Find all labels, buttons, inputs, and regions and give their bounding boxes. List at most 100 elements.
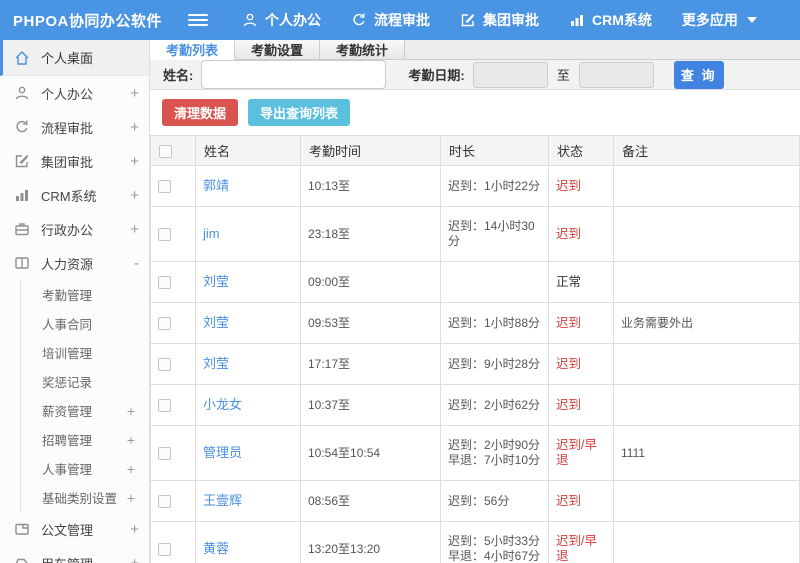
- status-badge: 迟到/早退: [548, 425, 614, 481]
- expand-plus-icon[interactable]: +: [130, 85, 139, 102]
- submenu-item-label: 人事管理: [42, 463, 93, 477]
- query-button[interactable]: 查 询: [673, 60, 724, 89]
- name-filter-input[interactable]: [201, 60, 387, 89]
- date-from-input[interactable]: [472, 61, 548, 88]
- row-checkbox[interactable]: [158, 275, 171, 289]
- sidebar-item-group-approval[interactable]: 集团审批 +: [0, 144, 149, 178]
- employee-name-link[interactable]: 黄蓉: [203, 541, 229, 556]
- expand-plus-icon[interactable]: +: [130, 521, 139, 538]
- tab-attendance-settings[interactable]: 考勤设置: [235, 40, 320, 59]
- nav-workflow-approval[interactable]: 流程审批: [351, 10, 430, 30]
- row-checkbox[interactable]: [158, 542, 171, 556]
- expand-plus-icon[interactable]: +: [127, 461, 135, 477]
- top-nav: 个人办公 流程审批 集团审批 CRM系统 更多应用: [242, 10, 787, 30]
- clean-data-button[interactable]: 清理数据: [162, 99, 239, 126]
- duration-line1: 迟到：2小时90分: [448, 438, 541, 452]
- employee-name-link[interactable]: 刘莹: [203, 274, 229, 289]
- sidebar-item-personal-office[interactable]: 个人办公 +: [0, 76, 149, 110]
- submenu-item-label: 基础类别设置: [42, 492, 118, 506]
- sidebar-item-label: 个人办公: [41, 86, 94, 102]
- attendance-time: 10:37至: [300, 384, 441, 426]
- date-to-input[interactable]: [578, 61, 654, 88]
- submenu-item-personnel-mgmt[interactable]: 人事管理 +: [21, 454, 149, 483]
- attendance-time: 23:18至: [300, 206, 441, 262]
- table-row: 王壹辉 08:56至 迟到：56分 迟到: [150, 480, 800, 522]
- submenu-item-label: 招聘管理: [42, 434, 93, 448]
- expand-plus-icon[interactable]: +: [130, 555, 139, 563]
- tab-bar: 考勤列表 考勤设置 考勤统计: [150, 40, 800, 60]
- attendance-table: 姓名 考勤时间 时长 状态 备注 郭靖 10:13至 迟到：1小时22分 迟到: [150, 135, 800, 563]
- table-row: 黄蓉 13:20至13:20 迟到：5小时33分 早退：4小时67分 迟到/早退: [150, 521, 800, 563]
- note-cell: [613, 165, 800, 207]
- attendance-time: 13:20至13:20: [300, 521, 441, 563]
- table-row: 刘莹 17:17至 迟到：9小时28分 迟到: [150, 343, 800, 385]
- submenu-item-base-category[interactable]: 基础类别设置 +: [21, 483, 149, 512]
- nav-label: CRM系统: [592, 12, 652, 28]
- nav-personal-office[interactable]: 个人办公: [242, 10, 321, 30]
- date-filter-label: 考勤日期:: [408, 68, 465, 83]
- employee-name-link[interactable]: 王壹辉: [203, 493, 242, 508]
- employee-name-link[interactable]: 刘莹: [203, 315, 229, 330]
- table-header-row: 姓名 考勤时间 时长 状态 备注: [150, 135, 800, 166]
- submenu-item-training-mgmt[interactable]: 培训管理: [21, 338, 149, 367]
- hamburger-menu-icon[interactable]: [188, 14, 208, 26]
- status-badge: 迟到: [548, 302, 614, 344]
- row-checkbox[interactable]: [158, 316, 171, 330]
- duration-line1: 迟到：1小时22分: [448, 178, 541, 193]
- employee-name-link[interactable]: 小龙女: [203, 397, 242, 412]
- table-row: 郭靖 10:13至 迟到：1小时22分 迟到: [150, 165, 800, 207]
- user-icon: [242, 12, 258, 28]
- col-header-note: 备注: [613, 135, 800, 166]
- submenu-item-salary-mgmt[interactable]: 薪资管理 +: [21, 396, 149, 425]
- employee-name-link[interactable]: 郭靖: [203, 178, 229, 193]
- filter-bar: 姓名: 考勤日期: 至 查 询: [150, 60, 800, 90]
- expand-plus-icon[interactable]: +: [130, 187, 139, 204]
- expand-plus-icon[interactable]: +: [127, 432, 135, 448]
- row-checkbox[interactable]: [158, 179, 171, 193]
- expand-plus-icon[interactable]: +: [130, 221, 139, 238]
- tab-attendance-list[interactable]: 考勤列表: [150, 40, 235, 60]
- sidebar-item-vehicle-mgmt[interactable]: 用车管理 +: [0, 546, 149, 563]
- sidebar-item-personal-desktop[interactable]: 个人桌面: [0, 40, 149, 76]
- sidebar-item-workflow-approval[interactable]: 流程审批 +: [0, 110, 149, 144]
- bar-chart-icon: [569, 12, 585, 28]
- row-checkbox[interactable]: [158, 357, 171, 371]
- tab-attendance-stats[interactable]: 考勤统计: [320, 40, 405, 59]
- submenu-item-attendance-mgmt[interactable]: 考勤管理: [21, 280, 149, 309]
- row-checkbox[interactable]: [158, 494, 171, 508]
- employee-name-link[interactable]: 管理员: [203, 445, 242, 460]
- nav-group-approval[interactable]: 集团审批: [460, 10, 539, 30]
- submenu-item-reward-records[interactable]: 奖惩记录: [21, 367, 149, 396]
- duration-line1: 迟到：1小时88分: [448, 315, 541, 330]
- submenu-item-hr-contract[interactable]: 人事合同: [21, 309, 149, 338]
- expand-plus-icon[interactable]: +: [130, 119, 139, 136]
- submenu-item-recruit-mgmt[interactable]: 招聘管理 +: [21, 425, 149, 454]
- employee-name-link[interactable]: jim: [203, 226, 220, 241]
- submenu-item-label: 考勤管理: [42, 289, 93, 303]
- sidebar-item-document-mgmt[interactable]: 公文管理 +: [0, 512, 149, 546]
- row-checkbox[interactable]: [158, 398, 171, 412]
- nav-crm-system[interactable]: CRM系统: [569, 10, 652, 30]
- collapse-minus-icon[interactable]: -: [134, 255, 139, 272]
- table-row: 刘莹 09:53至 迟到：1小时88分 迟到 业务需要外出: [150, 302, 800, 344]
- export-list-button[interactable]: 导出查询列表: [248, 99, 351, 126]
- row-checkbox[interactable]: [158, 446, 171, 460]
- expand-plus-icon[interactable]: +: [127, 490, 135, 506]
- expand-plus-icon[interactable]: +: [130, 153, 139, 170]
- date-to-label: 至: [556, 68, 570, 83]
- sidebar-item-crm[interactable]: CRM系统 +: [0, 178, 149, 212]
- status-badge: 迟到: [548, 343, 614, 385]
- note-cell: [613, 521, 800, 563]
- sidebar-item-hr[interactable]: 人力资源 -: [0, 246, 149, 280]
- select-all-checkbox[interactable]: [159, 145, 172, 159]
- refresh-icon: [351, 12, 367, 28]
- attendance-time: 17:17至: [300, 343, 441, 385]
- expand-plus-icon[interactable]: +: [127, 403, 135, 419]
- sidebar-item-admin-office[interactable]: 行政办公 +: [0, 212, 149, 246]
- nav-more-apps[interactable]: 更多应用: [682, 10, 757, 30]
- employee-name-link[interactable]: 刘莹: [203, 356, 229, 371]
- status-badge: 迟到: [548, 165, 614, 207]
- row-checkbox[interactable]: [158, 227, 171, 241]
- status-badge: 迟到: [548, 206, 614, 262]
- refresh-icon: [14, 119, 31, 135]
